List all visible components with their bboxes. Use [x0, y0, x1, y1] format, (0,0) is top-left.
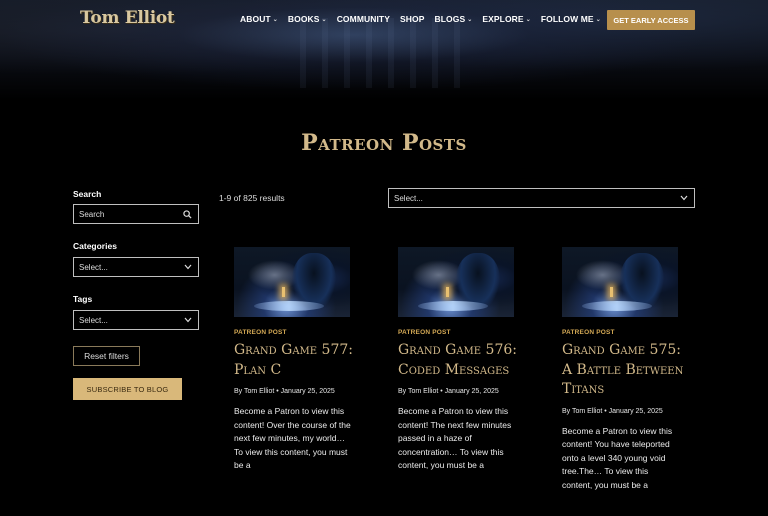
main-nav: ABOUT ⌄ BOOKS ⌄ COMMUNITY SHOP BLOGS ⌄ E… [240, 14, 611, 24]
tags-select[interactable]: Select... [73, 310, 199, 330]
chevron-down-icon: ⌄ [272, 16, 278, 23]
categories-value: Select... [79, 262, 108, 272]
get-early-access-button[interactable]: GET EARLY ACCESS [607, 10, 695, 30]
post-excerpt: Become a Patron to view this content! Ov… [234, 406, 351, 470]
page-title: Patreon Posts [301, 130, 467, 156]
post-thumbnail[interactable] [398, 247, 514, 317]
post-category[interactable]: PATREON POST [562, 329, 692, 336]
post-thumbnail[interactable] [234, 247, 350, 317]
subscribe-to-blog-button[interactable]: SUBSCRIBE TO BLOG [73, 378, 182, 400]
post-card[interactable]: PATREON POST Grand Game 576: Coded Messa… [398, 247, 528, 473]
nav-item-label: FOLLOW ME [540, 14, 594, 24]
tags-label: Tags [73, 294, 93, 304]
glowing-book-art [582, 301, 652, 311]
search-label: Search [73, 189, 102, 199]
nav-item-label: BLOGS [434, 14, 466, 24]
post-card[interactable]: PATREON POST Grand Game 575: A Battle Be… [562, 247, 692, 492]
post-category[interactable]: PATREON POST [398, 329, 528, 336]
tags-value: Select... [79, 315, 108, 325]
nav-item-label: ABOUT [240, 14, 271, 24]
nav-item-books[interactable]: BOOKS ⌄ [288, 14, 327, 24]
chevron-down-icon [184, 264, 192, 270]
search-placeholder: Search [79, 209, 105, 219]
sort-value: Select... [394, 193, 423, 203]
post-thumbnail[interactable] [562, 247, 678, 317]
reset-filters-button[interactable]: Reset filters [73, 346, 140, 366]
post-title[interactable]: Grand Game 577: Plan C [234, 341, 362, 380]
glowing-book-art [418, 301, 488, 311]
candle-art [446, 287, 449, 297]
chevron-down-icon [184, 317, 192, 323]
chevron-down-icon: ⌄ [467, 16, 473, 23]
site-logo[interactable]: Tom Elliot [80, 8, 175, 28]
post-excerpt: Become a Patron to view this content! Th… [398, 406, 512, 470]
chevron-down-icon: ⌄ [595, 16, 601, 23]
post-category[interactable]: PATREON POST [234, 329, 364, 336]
search-icon[interactable] [183, 209, 192, 219]
nav-item-explore[interactable]: EXPLORE ⌄ [482, 14, 530, 24]
search-input[interactable]: Search [73, 204, 199, 224]
sort-select[interactable]: Select... [388, 188, 695, 208]
nav-item-community[interactable]: COMMUNITY [337, 14, 390, 24]
post-excerpt: Become a Patron to view this content! Yo… [562, 425, 673, 490]
chevron-down-icon: ⌄ [321, 16, 327, 23]
results-count: 1-9 of 825 results [219, 193, 285, 203]
nav-item-label: BOOKS [287, 14, 320, 24]
nav-item-about[interactable]: ABOUT ⌄ [240, 14, 278, 24]
chevron-down-icon [680, 195, 688, 201]
nav-item-follow-me[interactable]: FOLLOW ME ⌄ [541, 14, 601, 24]
nav-item-label: SHOP [400, 14, 425, 24]
nav-item-shop[interactable]: SHOP [400, 14, 425, 24]
post-title[interactable]: Grand Game 576: Coded Messages [398, 341, 526, 380]
categories-label: Categories [73, 241, 117, 251]
post-card[interactable]: PATREON POST Grand Game 577: Plan C By T… [234, 247, 364, 473]
candle-art [610, 287, 613, 297]
post-meta: By Tom Elliot • January 25, 2025 [562, 407, 663, 415]
categories-select[interactable]: Select... [73, 257, 199, 277]
candle-art [282, 287, 285, 297]
post-meta: By Tom Elliot • January 25, 2025 [234, 388, 335, 395]
glowing-book-art [254, 301, 324, 311]
nav-item-label: COMMUNITY [336, 14, 390, 24]
post-meta: By Tom Elliot • January 25, 2025 [398, 388, 499, 395]
post-title[interactable]: Grand Game 575: A Battle Between Titans [562, 341, 690, 400]
nav-item-label: EXPLORE [482, 14, 524, 24]
chevron-down-icon: ⌄ [525, 16, 531, 23]
nav-item-blogs[interactable]: BLOGS ⌄ [435, 14, 473, 24]
